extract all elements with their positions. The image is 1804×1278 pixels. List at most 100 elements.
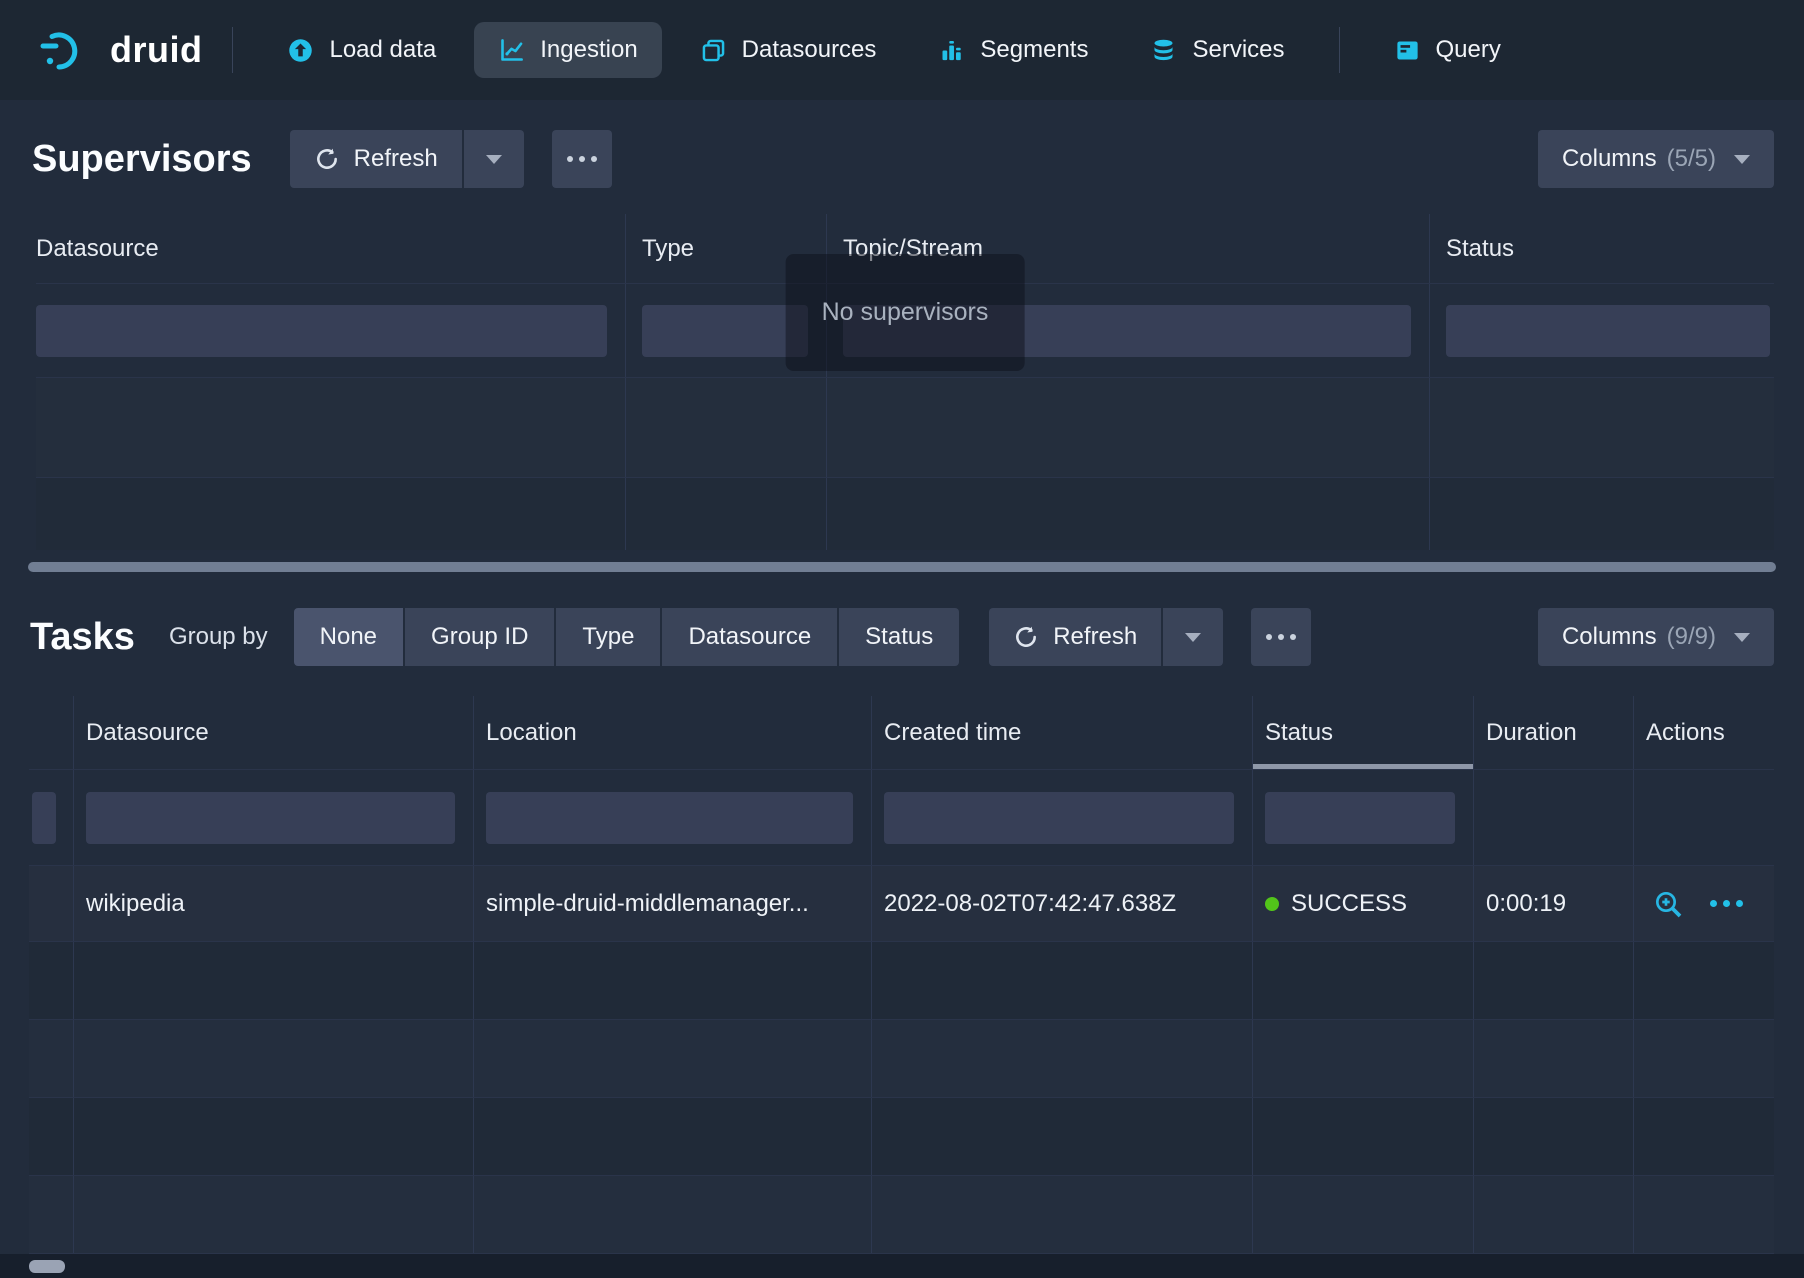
datasource-filter-input[interactable] [36,305,607,357]
refresh-label: Refresh [354,145,438,173]
main-nav: Load data Ingestion Datasources Segments… [263,22,1308,78]
refresh-label: Refresh [1053,623,1137,651]
task-location: simple-druid-middlemanager... [486,866,819,941]
more-icon [567,156,597,162]
task-actions-cell [1633,866,1774,941]
refresh-icon [1013,624,1039,650]
tasks-columns-button[interactable]: Columns (9/9) [1538,608,1774,666]
header-status[interactable]: Status [1429,214,1774,283]
more-icon [1710,900,1743,907]
tasks-refresh-group: Refresh [989,608,1223,666]
tasks-more-button[interactable] [1251,608,1311,666]
group-by-label: Group by [169,623,268,651]
tasks-table: Datasource Location Created time Status … [29,696,1774,1254]
group-by-type-button[interactable]: Type [556,608,660,666]
table-row [36,378,1774,478]
supervisors-refresh-button[interactable]: Refresh [290,130,462,188]
header-actions[interactable]: Actions [1633,696,1774,769]
tasks-toolbar: Tasks Group by None Group ID Type Dataso… [0,572,1804,696]
nav-label: Services [1192,36,1284,64]
tasks-header-row: Datasource Location Created time Status … [29,696,1774,770]
services-icon [1150,37,1177,64]
nav-load-data[interactable]: Load data [263,22,460,78]
header-created-time[interactable]: Created time [871,696,1252,769]
chevron-down-icon [1734,633,1750,642]
nav-label: Segments [980,36,1088,64]
header-datasource[interactable]: Datasource [73,696,473,769]
datasources-icon [700,37,727,64]
supervisors-refresh-group: Refresh [290,130,524,188]
supervisors-refresh-caret-button[interactable] [464,130,524,188]
top-navbar: druid Load data Ingestion Datasources Se [0,0,1804,100]
supervisors-horizontal-scrollbar[interactable] [28,562,1776,572]
no-supervisors-message: No supervisors [786,254,1025,371]
nav-label: Query [1436,36,1501,64]
task-id-filter-input[interactable] [32,792,56,844]
tasks-title: Tasks [30,616,135,659]
supervisors-toolbar: Supervisors Refresh Columns (5/5) [0,100,1804,214]
header-datasource[interactable]: Datasource [36,214,625,283]
chevron-down-icon [1734,155,1750,164]
nav-datasources[interactable]: Datasources [676,22,901,78]
supervisors-columns-button[interactable]: Columns (5/5) [1538,130,1774,188]
location-filter-input[interactable] [486,792,853,844]
header-duration[interactable]: Duration [1473,696,1633,769]
task-datasource: wikipedia [73,866,473,941]
refresh-icon [314,146,340,172]
task-created-time: 2022-08-02T07:42:47.638Z [871,866,1252,941]
success-status-dot-icon [1265,897,1279,911]
tasks-horizontal-scrollbar-track [0,1254,1804,1278]
task-row-wikipedia[interactable]: wikipedia simple-druid-middlemanager... … [29,866,1774,942]
nav-services[interactable]: Services [1126,22,1308,78]
load-data-icon [287,37,314,64]
more-icon [1266,634,1296,640]
nav-divider [232,27,233,73]
group-by-segmented-control: None Group ID Type Datasource Status [294,608,960,666]
columns-count: (9/9) [1667,623,1716,651]
group-by-group-id-button[interactable]: Group ID [405,608,554,666]
tasks-filter-row [29,770,1774,866]
status-filter-input[interactable] [1265,792,1455,844]
nav-ingestion[interactable]: Ingestion [474,22,661,78]
type-filter-input[interactable] [642,305,808,357]
query-nav: Query [1370,22,1525,78]
header-location[interactable]: Location [473,696,871,769]
nav-segments[interactable]: Segments [914,22,1112,78]
chevron-down-icon [486,155,502,164]
columns-label: Columns [1562,623,1657,651]
druid-logo[interactable]: druid [38,27,202,73]
supervisors-title: Supervisors [32,138,252,181]
druid-logo-icon [38,27,96,73]
task-detail-button[interactable] [1652,888,1684,920]
tasks-refresh-caret-button[interactable] [1163,608,1223,666]
brand-name: druid [110,29,202,71]
task-duration: 0:00:19 [1473,866,1633,941]
supervisors-table: Datasource Type Topic/Stream Status No s… [36,214,1774,550]
table-row [36,478,1774,550]
tasks-section: Tasks Group by None Group ID Type Dataso… [0,572,1804,1254]
nav-label: Ingestion [540,36,637,64]
header-status-sorted[interactable]: Status [1252,696,1473,769]
group-by-datasource-button[interactable]: Datasource [662,608,837,666]
ingestion-icon [498,37,525,64]
nav-label: Datasources [742,36,877,64]
header-spacer [29,696,73,769]
created-time-filter-input[interactable] [884,792,1234,844]
task-more-actions-button[interactable] [1710,900,1743,907]
task-status: SUCCESS [1291,890,1407,918]
tasks-horizontal-scrollbar-thumb[interactable] [29,1260,65,1273]
datasource-filter-input[interactable] [86,792,455,844]
magnifier-zoom-icon [1652,888,1684,920]
nav-query[interactable]: Query [1370,22,1525,78]
chevron-down-icon [1185,633,1201,642]
tasks-refresh-button[interactable]: Refresh [989,608,1161,666]
supervisors-more-button[interactable] [552,130,612,188]
table-row [29,1020,1774,1098]
query-icon [1394,37,1421,64]
nav-divider [1339,27,1340,73]
status-filter-input[interactable] [1446,305,1770,357]
group-by-none-button[interactable]: None [294,608,403,666]
group-by-status-button[interactable]: Status [839,608,959,666]
table-row [29,1176,1774,1254]
task-status-cell: SUCCESS [1252,866,1473,941]
